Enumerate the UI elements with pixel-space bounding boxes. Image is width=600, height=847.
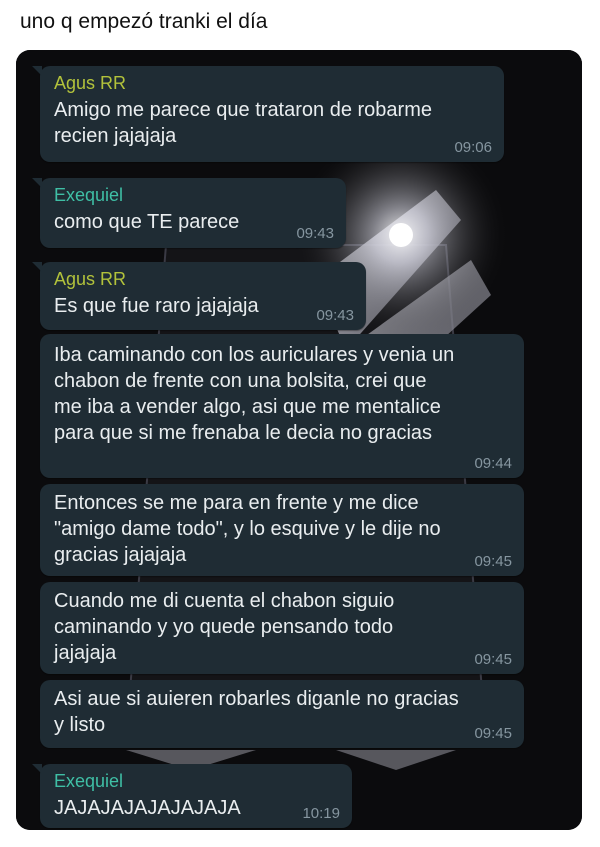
message-text: Cuando me di cuenta el chabon siguio cam…: [54, 590, 395, 664]
message-time: 09:45: [474, 553, 512, 570]
message-time: 09:43: [316, 307, 354, 324]
message-bubble-1: Agus RR Amigo me parece que trataron de …: [32, 66, 504, 162]
message-sender: Agus RR: [54, 269, 127, 289]
post-caption: uno q empezó tranki el día: [20, 10, 268, 33]
message-time: 09:43: [296, 225, 334, 242]
message-text: Asi aue si auieren robarles diganle no g…: [54, 688, 459, 736]
message-sender: Agus RR: [54, 73, 127, 93]
message-sender: Exequiel: [54, 771, 124, 791]
message-text: Es que fue raro jajajaja: [54, 295, 259, 317]
message-time: 10:19: [302, 805, 340, 822]
message-bubble-5: Entonces se me para en frente y me dice …: [40, 484, 524, 576]
chat-screenshot: Agus RR Amigo me parece que trataron de …: [16, 50, 582, 830]
message-time: 09:06: [454, 139, 492, 156]
message-time: 09:45: [474, 725, 512, 742]
message-bubble-4: Iba caminando con los auriculares y veni…: [40, 334, 524, 478]
message-time: 09:44: [474, 455, 512, 472]
message-text: como que TE parece: [54, 211, 240, 233]
message-sender: Exequiel: [54, 185, 124, 205]
message-text: JAJAJAJAJAJAJAJA: [54, 797, 241, 819]
message-time: 09:45: [474, 651, 512, 668]
message-bubble-3: Agus RR Es que fue raro jajajaja 09:43: [32, 262, 366, 330]
message-text: Iba caminando con los auriculares y veni…: [54, 344, 455, 444]
message-bubble-6: Cuando me di cuenta el chabon siguio cam…: [40, 582, 524, 674]
message-bubble-8: Exequiel JAJAJAJAJAJAJAJA 10:19: [32, 764, 352, 828]
message-bubble-7: Asi aue si auieren robarles diganle no g…: [40, 680, 524, 748]
message-bubble-2: Exequiel como que TE parece 09:43: [32, 178, 346, 248]
message-text: Amigo me parece que trataron de robarme …: [54, 99, 432, 147]
message-text: Entonces se me para en frente y me dice …: [54, 492, 441, 566]
